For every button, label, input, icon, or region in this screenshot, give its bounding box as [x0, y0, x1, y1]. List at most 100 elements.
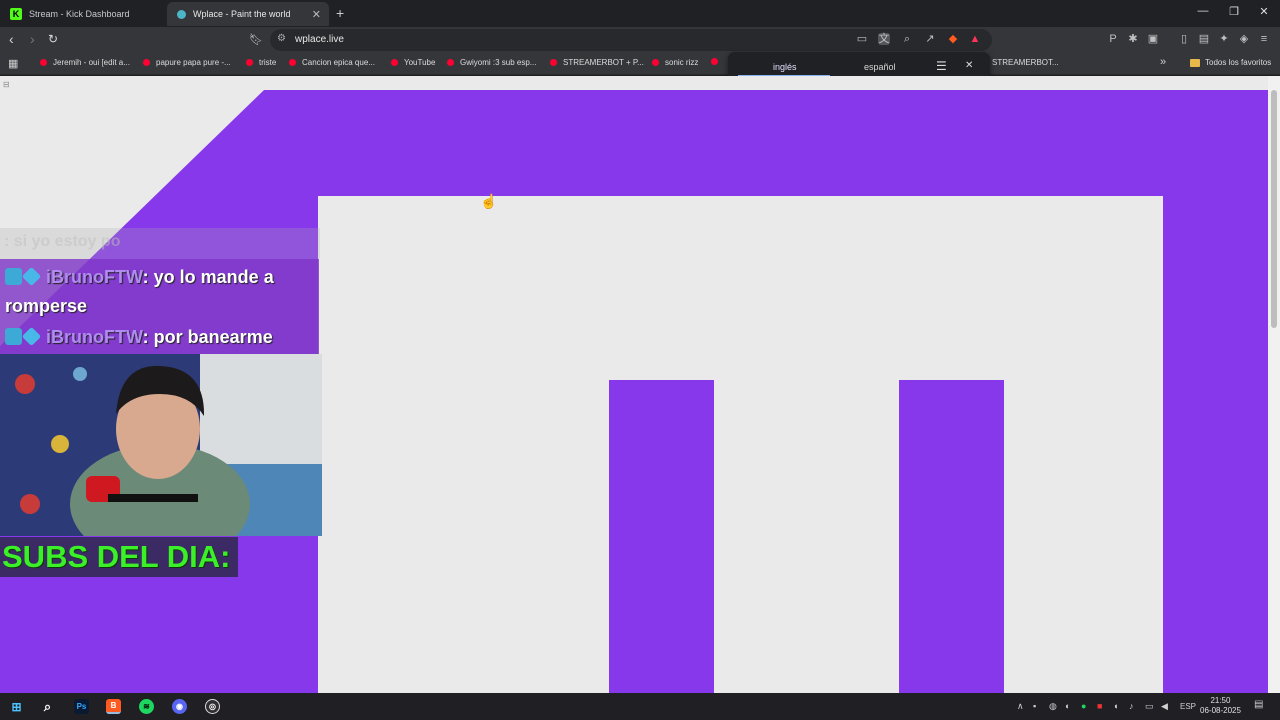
subs-del-dia-label: SUBS DEL DIA: [0, 537, 238, 577]
translate-icon[interactable]: 文 [878, 33, 890, 45]
bookmark-label: triste [259, 58, 277, 67]
youtube-icon [550, 59, 557, 66]
bookmarks-bar: ▦ Jeremih - oui [edit a... papure papa p… [0, 53, 1280, 75]
tab-kick-dashboard[interactable]: K Stream - Kick Dashboard [0, 2, 167, 26]
tray-app-icon[interactable]: ▪ [1033, 701, 1036, 711]
youtube-icon [289, 59, 296, 66]
site-settings-icon[interactable]: ⚙ [277, 33, 286, 44]
youtube-icon [40, 59, 47, 66]
restore-button[interactable]: ❐ [1227, 5, 1241, 18]
bookmark-label: Cancion epica que... [302, 58, 375, 67]
media-icon[interactable]: ▣ [1147, 33, 1159, 45]
page-viewport[interactable]: ⊟ : si yo estoy po iBrunoFTW: yo lo mand… [0, 76, 1268, 693]
system-clock[interactable]: 21:50 06-08-2025 [1200, 696, 1241, 716]
network-icon[interactable]: ▭ [1145, 701, 1154, 712]
bookmark-item[interactable]: sonic rizz [652, 58, 698, 67]
wallet-icon[interactable]: ▤ [1198, 33, 1210, 45]
bookmark-label: Gwiyomi :3 sub esp... [460, 58, 537, 67]
language-indicator[interactable]: ESP [1180, 702, 1196, 711]
translate-options-icon[interactable]: ☰ [936, 59, 947, 73]
bookmark-label: STREAMERBOT... [992, 58, 1059, 67]
page-scrollbar[interactable] [1268, 76, 1280, 693]
reload-button[interactable]: ↻ [48, 32, 58, 46]
scrollbar-thumb[interactable] [1271, 90, 1277, 328]
volume-icon[interactable]: ◀ [1161, 701, 1168, 712]
translate-target-tab[interactable]: español [864, 62, 896, 72]
bookmark-icon[interactable]: 🔖︎ [249, 33, 263, 46]
chat-text: : si yo estoy po [4, 233, 121, 250]
bookmarks-folder[interactable]: Todos los favoritos [1190, 58, 1271, 67]
moderator-badge-icon [5, 268, 22, 285]
spotify-tray-icon[interactable]: ● [1081, 701, 1086, 711]
tab-title: Stream - Kick Dashboard [29, 9, 130, 19]
tray-app-icon[interactable]: ◖ [1113, 701, 1118, 711]
close-tab-icon[interactable]: ✕ [312, 8, 321, 21]
bookmark-item[interactable] [711, 58, 724, 65]
youtube-icon [711, 58, 718, 65]
extension-p-icon[interactable]: P [1107, 33, 1119, 45]
tray-app-icon[interactable]: ◍ [1049, 701, 1057, 712]
folder-icon [1190, 58, 1200, 67]
microphone-icon[interactable]: ♪ [1129, 701, 1134, 711]
youtube-icon [652, 59, 659, 66]
clock-date: 06-08-2025 [1200, 706, 1241, 715]
chat-username: iBrunoFTW [46, 267, 143, 287]
subscriber-badge-icon [21, 326, 42, 347]
cast-icon[interactable]: ▭ [856, 33, 868, 45]
zoom-icon[interactable]: ⌕ [901, 33, 913, 45]
windows-icon[interactable]: ⊞ [9, 699, 24, 714]
bookmark-item[interactable]: Cancion epica que... [289, 58, 375, 67]
url-text[interactable]: wplace.live [295, 34, 344, 45]
tab-wplace[interactable]: Wplace - Paint the world ✕ [167, 2, 329, 26]
search-icon[interactable]: ⌕ [40, 699, 55, 714]
obs-icon[interactable]: ◎ [205, 699, 220, 714]
tray-overflow-icon[interactable]: ∧ [1017, 701, 1024, 712]
windows-taskbar: ⊞ ⌕ Ps B ≋ ◉ ◎ ∧ ▪ ◍ ◐ ● ■ ◖ ♪ ▭ ◀ ESP 2… [0, 693, 1280, 720]
translate-source-tab[interactable]: inglés [773, 62, 797, 72]
webcam-image [0, 354, 322, 536]
bookmark-item[interactable]: triste [246, 58, 276, 67]
tab-title: Wplace - Paint the world [193, 9, 291, 19]
brave-rewards-icon[interactable]: ▲ [969, 33, 981, 45]
bookmark-item[interactable]: papure papa pure -... [143, 58, 231, 67]
spotify-icon[interactable]: ≋ [139, 699, 154, 714]
notifications-icon[interactable]: ▤ [1254, 699, 1263, 710]
bookmark-item[interactable]: Gwiyomi :3 sub esp... [447, 58, 536, 67]
extensions-icon[interactable]: ✱ [1127, 33, 1139, 45]
leo-ai-icon[interactable]: ✦ [1218, 33, 1230, 45]
folder-label: Todos los favoritos [1205, 58, 1272, 67]
apps-grid-icon[interactable]: ▦ [8, 57, 18, 70]
webcam-overlay [0, 354, 322, 536]
share-icon[interactable]: ↗ [924, 33, 936, 45]
bookmark-label: Jeremih - oui [edit a... [53, 58, 130, 67]
close-window-button[interactable]: ✕ [1257, 5, 1271, 18]
bookmark-item[interactable]: Jeremih - oui [edit a... [40, 58, 130, 67]
hand-cursor-icon: ☝ [480, 193, 498, 209]
globe-icon [177, 9, 186, 19]
tray-app-icon[interactable]: ■ [1097, 701, 1102, 711]
more-bookmarks-icon[interactable]: » [1160, 56, 1166, 68]
bookmark-item[interactable]: STREAMERBOT + P... [550, 58, 644, 67]
brave-shields-icon[interactable]: ◆ [947, 33, 959, 45]
new-tab-button[interactable]: + [336, 5, 344, 21]
discord-icon[interactable]: ◉ [172, 699, 187, 714]
brave-icon[interactable]: B [106, 699, 121, 714]
menu-icon[interactable]: ≡ [1258, 33, 1270, 45]
steam-icon[interactable]: ◐ [1065, 701, 1070, 711]
tab-strip: K Stream - Kick Dashboard Wplace - Paint… [0, 0, 1280, 27]
close-translate-icon[interactable]: ✕ [965, 60, 973, 71]
forward-button[interactable]: › [30, 31, 35, 47]
chat-message: iBrunoFTW: por banearme [0, 321, 319, 354]
minimize-button[interactable]: — [1196, 5, 1210, 17]
back-button[interactable]: ‹ [9, 31, 14, 47]
bookmark-item[interactable]: YouTube [391, 58, 435, 67]
bookmark-item[interactable]: STREAMERBOT... [992, 58, 1059, 67]
youtube-icon [391, 59, 398, 66]
bookmark-label: STREAMERBOT + P... [563, 58, 644, 67]
bookmark-label: sonic rizz [665, 58, 699, 67]
photoshop-icon[interactable]: Ps [74, 699, 89, 714]
sidebar-icon[interactable]: ▯ [1178, 33, 1190, 45]
chat-text: : por banearme [142, 327, 273, 347]
vpn-icon[interactable]: ◈ [1238, 33, 1250, 45]
youtube-icon [447, 59, 454, 66]
